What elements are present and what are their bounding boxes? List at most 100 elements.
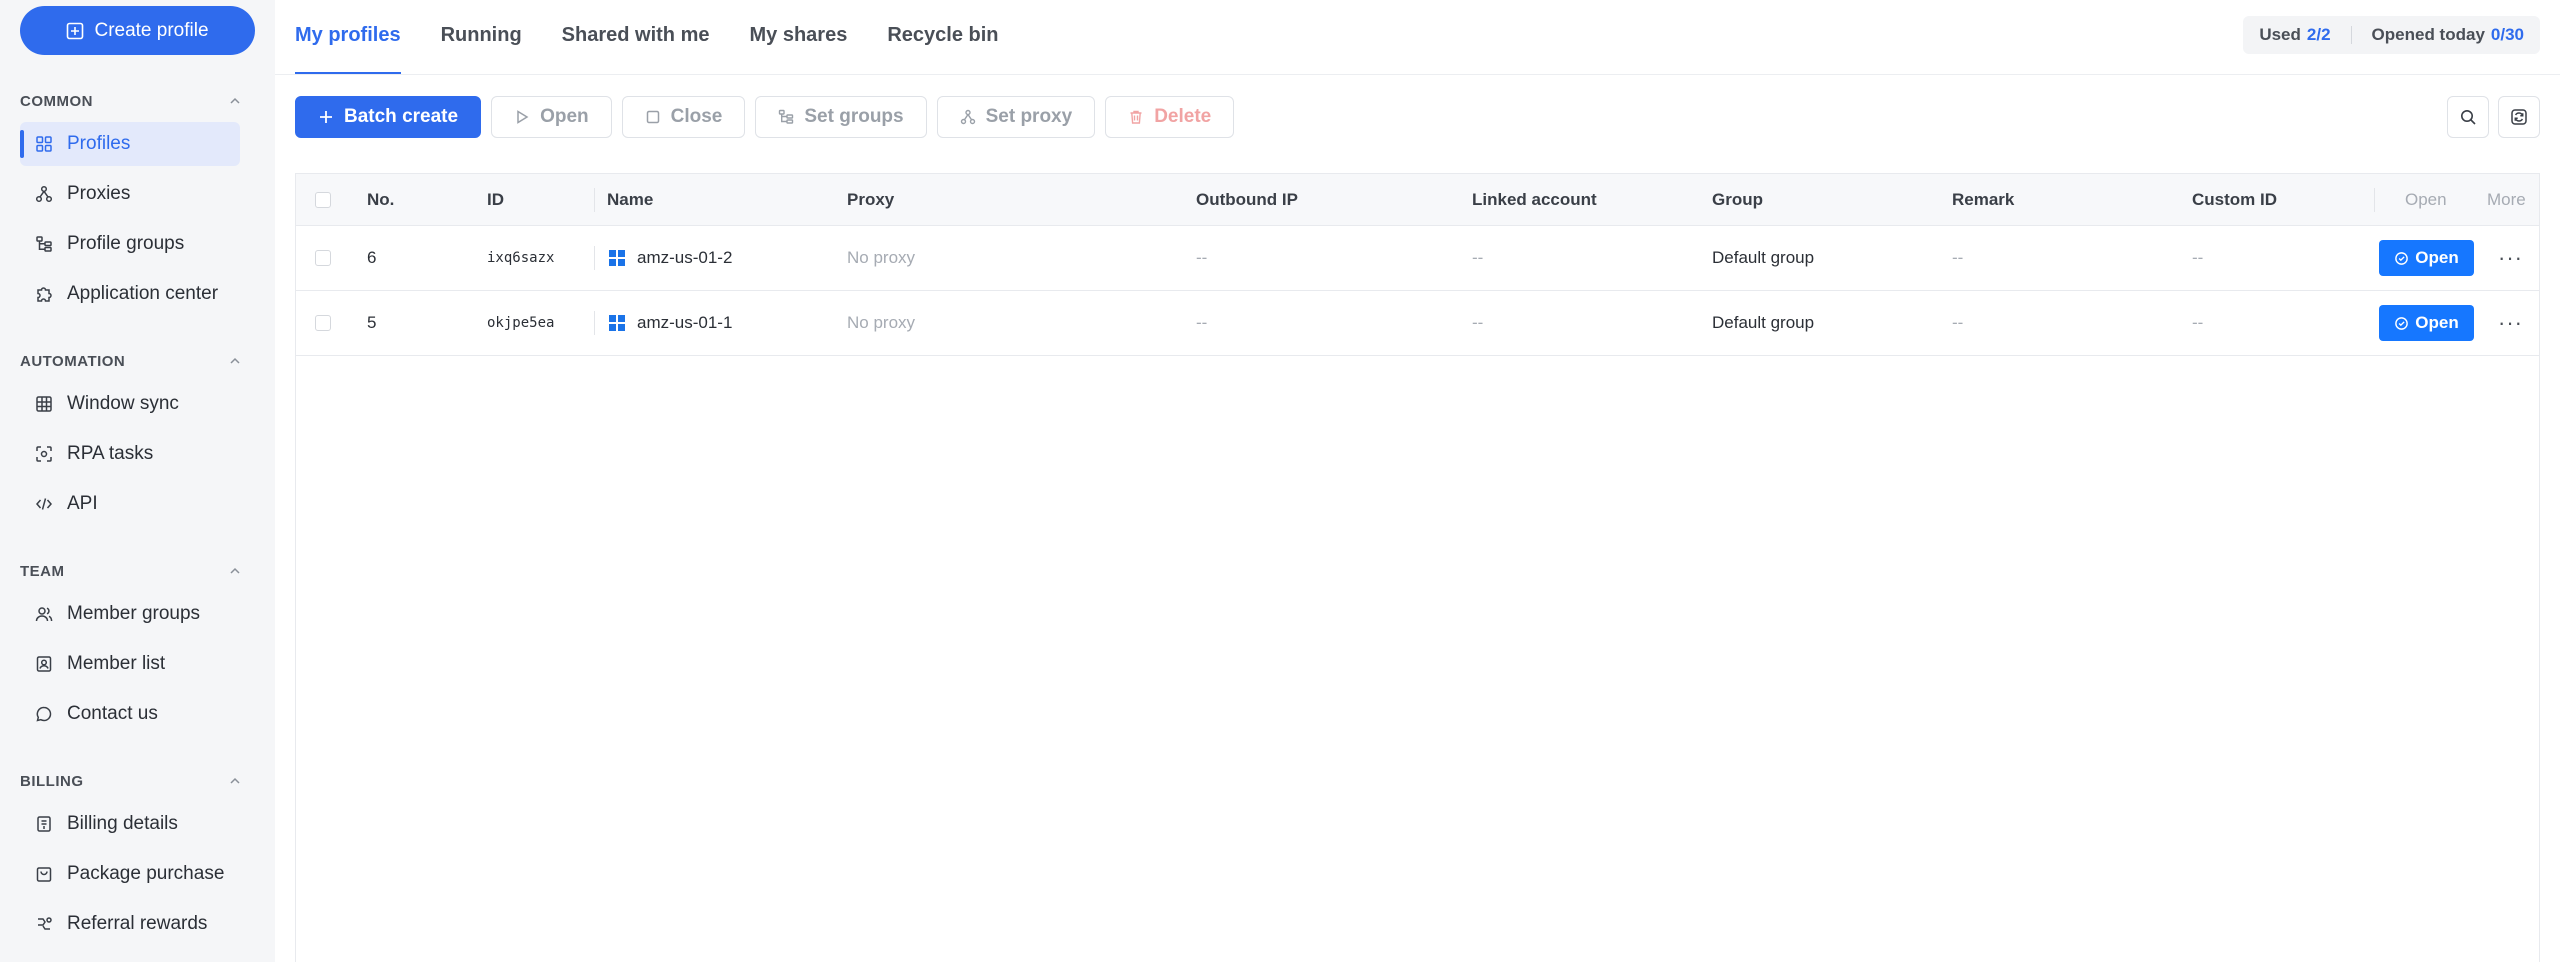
open-profile-button[interactable]: Open [2379, 305, 2474, 341]
col-group[interactable]: Group [1712, 174, 1763, 225]
delete-label: Delete [1154, 106, 1212, 127]
delete-button[interactable]: Delete [1105, 96, 1235, 138]
tab-running[interactable]: Running [441, 0, 522, 70]
row-open-cell: Open [2379, 226, 2474, 290]
sidebar-item-api[interactable]: API [20, 482, 240, 526]
tab-recycle-bin[interactable]: Recycle bin [887, 0, 998, 70]
sidebar-item-rpa-tasks[interactable]: RPA tasks [20, 432, 240, 476]
chevron-up-icon [230, 97, 240, 104]
close-button[interactable]: Close [621, 96, 746, 138]
tab-shared-with-me[interactable]: Shared with me [562, 0, 710, 70]
search-button[interactable] [2447, 96, 2489, 138]
create-profile-label: Create profile [94, 19, 209, 41]
open-label: Open [540, 106, 589, 127]
sidebar-item-label: Profiles [67, 133, 131, 154]
row-checkbox[interactable] [315, 291, 331, 355]
sidebar-item-label: Referral rewards [67, 913, 208, 934]
receipt-icon [37, 816, 51, 832]
row-custom-id: -- [2192, 248, 2204, 267]
table-row[interactable]: 5 okjpe5ea amz-us-01-1 No proxy -- -- De… [296, 291, 2539, 356]
table-row[interactable]: 6 ixq6sazx amz-us-01-2 No proxy -- -- De… [296, 226, 2539, 291]
sidebar-item-label: Contact us [67, 703, 158, 724]
col-linked-account[interactable]: Linked account [1472, 174, 1597, 225]
tab-my-profiles[interactable]: My profiles [295, 0, 401, 75]
col-open: Open [2405, 189, 2447, 209]
row-name[interactable]: amz-us-01-1 [609, 291, 732, 355]
column-resizer[interactable] [2374, 188, 2375, 212]
plus-icon [320, 111, 332, 123]
sidebar-item-member-groups[interactable]: Member groups [20, 592, 240, 636]
play-icon [517, 110, 529, 124]
row-proxy: No proxy [847, 248, 916, 267]
set-groups-button[interactable]: Set groups [755, 96, 927, 138]
network-icon [35, 185, 53, 203]
section-common[interactable]: COMMON [20, 89, 242, 113]
sidebar-item-member-list[interactable]: Member list [20, 642, 240, 686]
sidebar-item-application-center[interactable]: Application center [20, 272, 240, 316]
row-checkbox[interactable] [315, 226, 331, 290]
trash-icon [1130, 110, 1142, 124]
table-header: No. ID Name Proxy Outbound IP Linked acc… [296, 174, 2539, 226]
open-profile-label: Open [2415, 313, 2459, 332]
row-name[interactable]: amz-us-01-2 [609, 226, 732, 290]
sidebar-item-billing-details[interactable]: Billing details [20, 802, 240, 846]
scan-icon [36, 446, 52, 462]
chevron-up-icon [230, 357, 240, 364]
sidebar-item-label: API [67, 493, 98, 514]
section-automation[interactable]: AUTOMATION [20, 349, 242, 373]
sidebar-item-profiles[interactable]: Profiles [20, 122, 240, 166]
sidebar-item-proxies[interactable]: Proxies [20, 172, 240, 216]
row-outbound-ip: -- [1196, 248, 1208, 267]
more-options-icon[interactable]: ··· [2498, 247, 2523, 269]
sidebar-item-label: RPA tasks [67, 443, 154, 464]
col-name[interactable]: Name [607, 174, 653, 225]
plus-square-icon [67, 22, 84, 39]
row-remark: -- [1952, 313, 1964, 332]
sidebar-item-referral-rewards[interactable]: Referral rewards [20, 902, 240, 946]
col-outbound-ip[interactable]: Outbound IP [1196, 174, 1298, 225]
more-options-icon[interactable]: ··· [2498, 312, 2523, 334]
column-resizer[interactable] [594, 188, 595, 212]
chevron-up-icon [230, 777, 240, 784]
sidebar-item-label: Package purchase [67, 863, 225, 884]
shopping-bag-icon [36, 867, 52, 882]
sidebar-item-label: Billing details [67, 813, 178, 834]
col-no[interactable]: No. [367, 174, 394, 225]
row-name-text: amz-us-01-2 [637, 248, 733, 267]
row-remark: -- [1952, 248, 1964, 267]
col-remark[interactable]: Remark [1952, 174, 2014, 225]
table-grid-icon [36, 396, 52, 412]
sidebar-item-package-purchase[interactable]: Package purchase [20, 852, 240, 896]
refresh-button[interactable] [2498, 96, 2540, 138]
select-all-checkbox[interactable] [315, 174, 331, 225]
open-button[interactable]: Open [491, 96, 612, 138]
col-proxy[interactable]: Proxy [847, 174, 894, 225]
create-profile-button[interactable]: Create profile [20, 6, 255, 55]
sidebar-item-label: Window sync [67, 393, 179, 414]
sidebar-item-window-sync[interactable]: Window sync [20, 382, 240, 426]
sidebar-item-label: Proxies [67, 183, 131, 204]
col-custom-id[interactable]: Custom ID [2192, 174, 2277, 225]
used-value: 2/2 [2306, 25, 2331, 44]
sidebar: Create profile COMMON Profiles Proxies P… [0, 0, 275, 962]
section-billing[interactable]: BILLING [20, 769, 242, 793]
sidebar-item-profile-groups[interactable]: Profile groups [20, 222, 240, 266]
row-linked-account: -- [1472, 248, 1484, 267]
usage-indicator: Used 2/2 Opened today 0/30 [2243, 16, 2540, 54]
tab-my-shares[interactable]: My shares [749, 0, 847, 70]
chevron-up-icon [230, 567, 240, 574]
row-more-cell: ··· [2498, 291, 2523, 355]
search-icon [2461, 110, 2476, 125]
sidebar-item-contact-us[interactable]: Contact us [20, 692, 240, 736]
section-team[interactable]: TEAM [20, 559, 242, 583]
open-profile-button[interactable]: Open [2379, 240, 2474, 276]
stop-icon [646, 110, 659, 124]
row-id: okjpe5ea [487, 315, 555, 331]
batch-create-label: Batch create [344, 106, 459, 127]
set-proxy-button[interactable]: Set proxy [936, 96, 1096, 138]
tree-icon [36, 236, 52, 252]
col-more: More [2487, 189, 2526, 209]
batch-create-button[interactable]: Batch create [295, 96, 482, 138]
set-groups-label: Set groups [804, 106, 904, 127]
col-id[interactable]: ID [487, 174, 504, 225]
